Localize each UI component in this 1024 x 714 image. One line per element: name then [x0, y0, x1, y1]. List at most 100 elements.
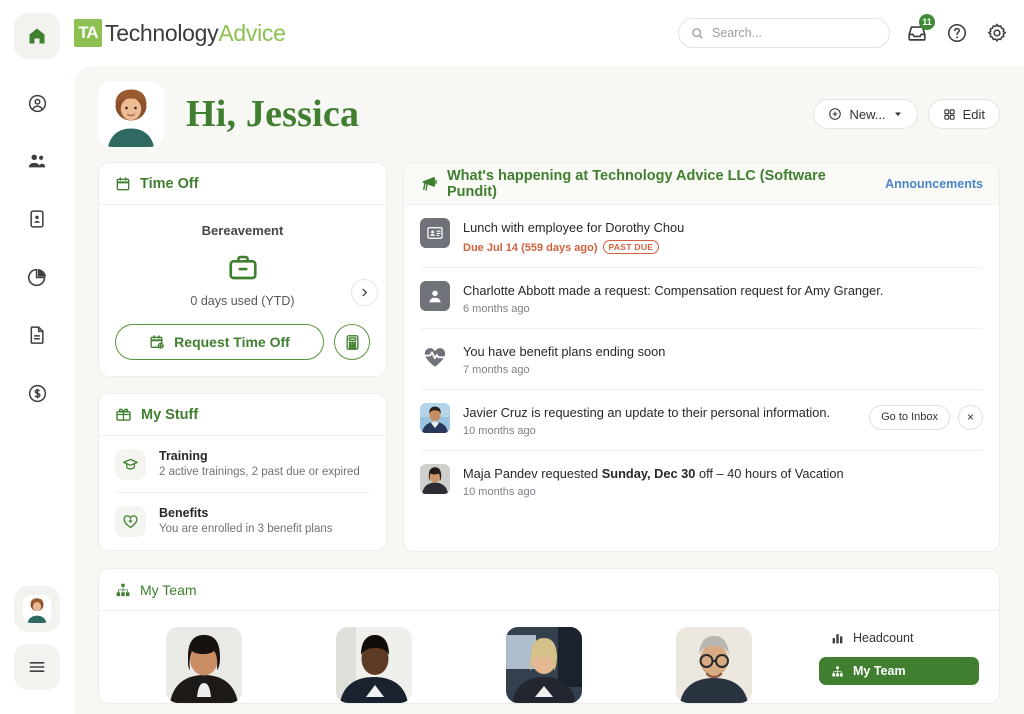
sidebar-item-reports[interactable]: [17, 257, 57, 297]
list-item-subtitle: 10 months ago: [463, 424, 536, 437]
left-column: Time Off Bereavement 0 days used (YTD) R…: [98, 162, 387, 552]
list-item-title: Charlotte Abbott made a request: Compens…: [463, 282, 884, 298]
greeting-actions: New... Edit: [813, 99, 1000, 129]
megaphone-icon: [420, 175, 438, 193]
list-item[interactable]: Charlotte Abbott made a request: Compens…: [420, 266, 983, 328]
list-item[interactable]: Lunch with employee for Dorothy Chou Due…: [420, 205, 983, 267]
heart-plus-icon: [115, 506, 146, 538]
inbox-button[interactable]: 11: [904, 14, 935, 46]
document-icon: [27, 325, 47, 345]
search-input[interactable]: [712, 26, 877, 40]
people-icon: [26, 150, 48, 172]
avatar[interactable]: [166, 627, 242, 703]
list-item[interactable]: You have benefit plans ending soon 7 mon…: [420, 327, 983, 389]
avatar: [420, 402, 450, 433]
sidebar-item-my-info[interactable]: [17, 83, 57, 123]
announcements-card: What's happening at Technology Advice LL…: [403, 162, 1000, 552]
brand-name-part1: Technology: [105, 19, 219, 46]
box-icon: [115, 406, 132, 423]
tab-my-team-label: My Team: [853, 664, 906, 678]
search-box[interactable]: [678, 18, 890, 48]
my-stuff-list: Training 2 active trainings, 2 past due …: [99, 436, 386, 550]
org-chart-icon: [115, 582, 131, 598]
list-item-text: You have benefit plans ending soon 7 mon…: [463, 342, 983, 376]
pie-chart-icon: [27, 267, 48, 288]
avatar[interactable]: [506, 627, 582, 703]
sidebar-item-files[interactable]: [17, 315, 57, 355]
time-off-next-button[interactable]: [351, 279, 378, 306]
edit-button[interactable]: Edit: [927, 99, 1000, 129]
time-off-policy: Bereavement: [201, 223, 284, 238]
briefcase-icon: [115, 252, 370, 284]
list-item-actions: Go to Inbox ×: [869, 403, 983, 430]
list-item[interactable]: Maja Pandev requested Sunday, Dec 30 off…: [420, 449, 983, 511]
go-to-inbox-button[interactable]: Go to Inbox: [869, 404, 950, 430]
avatar[interactable]: [676, 627, 752, 703]
list-item-subtitle: You are enrolled in 3 benefit plans: [159, 523, 333, 536]
right-column: What's happening at Technology Advice LL…: [403, 162, 1000, 552]
tab-headcount-label: Headcount: [853, 631, 914, 645]
close-icon[interactable]: ×: [958, 404, 983, 430]
avatar: [23, 595, 51, 623]
list-item-title: Javier Cruz is requesting an update to t…: [463, 404, 831, 420]
help-button[interactable]: [944, 20, 970, 46]
list-item-subtitle: 2 active trainings, 2 past due or expire…: [159, 465, 360, 478]
my-stuff-header: My Stuff: [99, 394, 386, 436]
rail-nav: [17, 83, 57, 413]
dollar-circle-icon: [27, 383, 48, 404]
time-off-used: 0 days used (YTD): [190, 294, 295, 308]
org-chart-icon: [831, 665, 844, 678]
time-off-calculator-button[interactable]: [334, 324, 370, 360]
list-item-title: Benefits: [159, 506, 209, 521]
left-rail: [0, 0, 74, 714]
list-item-text: Training 2 active trainings, 2 past due …: [159, 448, 360, 480]
rail-menu-button[interactable]: [14, 644, 60, 690]
request-time-off-button[interactable]: Request Time Off: [115, 324, 324, 360]
hamburger-icon: [27, 657, 47, 677]
home-icon: [27, 26, 47, 46]
avatar[interactable]: [336, 627, 412, 703]
list-item[interactable]: Benefits You are enrolled in 3 benefit p…: [115, 492, 370, 549]
sidebar-item-people[interactable]: [17, 141, 57, 181]
settings-button[interactable]: [984, 20, 1010, 46]
list-item-text: Benefits You are enrolled in 3 benefit p…: [159, 505, 332, 537]
brand-logo[interactable]: TA TechnologyAdvice: [74, 19, 286, 47]
top-bar: TA TechnologyAdvice 11: [74, 0, 1024, 66]
sidebar-item-hiring[interactable]: [17, 199, 57, 239]
my-team-body: Headcount My Team: [99, 611, 999, 703]
chevron-right-icon: [359, 287, 370, 298]
announcements-header: What's happening at Technology Advice LL…: [404, 163, 999, 205]
time-off-title: Time Off: [140, 175, 199, 192]
tab-my-team[interactable]: My Team: [819, 657, 979, 685]
page-title: Hi, Jessica: [186, 93, 360, 135]
announcements-title: What's happening at Technology Advice LL…: [447, 167, 826, 200]
list-item-text: Charlotte Abbott made a request: Compens…: [463, 281, 983, 315]
list-item[interactable]: Training 2 active trainings, 2 past due …: [99, 436, 386, 492]
my-team-header: My Team: [99, 569, 999, 611]
announcements-link[interactable]: Announcements: [885, 177, 983, 191]
list-item-subtitle: Due Jul 14 (559 days ago) PAST DUE: [463, 239, 983, 254]
my-team-card: My Team Headcount My Team: [98, 568, 1000, 704]
rail-top: [14, 13, 60, 65]
sidebar-item-home[interactable]: [14, 13, 60, 59]
grid-icon: [943, 108, 956, 121]
heart-pulse-icon: [420, 342, 450, 372]
time-off-card: Time Off Bereavement 0 days used (YTD) R…: [98, 162, 387, 377]
my-team-title: My Team: [140, 581, 197, 598]
greeting-header: Hi, Jessica New... Edit: [88, 66, 1010, 162]
search-icon: [691, 27, 704, 40]
sidebar-item-payroll[interactable]: [17, 373, 57, 413]
list-item[interactable]: Javier Cruz is requesting an update to t…: [420, 388, 983, 450]
list-item-title: You have benefit plans ending soon: [463, 343, 666, 359]
edit-button-label: Edit: [962, 106, 985, 122]
list-item-text: Lunch with employee for Dorothy Chou Due…: [463, 218, 983, 254]
list-item-subtitle: 10 months ago: [463, 485, 536, 498]
new-button-label: New...: [849, 106, 886, 122]
tab-headcount[interactable]: Headcount: [819, 627, 979, 649]
rail-user-avatar[interactable]: [14, 586, 60, 632]
help-circle-icon: [946, 22, 968, 44]
brand-mark-icon: TA: [74, 19, 102, 47]
list-item-subtitle: 7 months ago: [463, 363, 530, 376]
brand-name: TechnologyAdvice: [105, 20, 286, 47]
new-button[interactable]: New...: [813, 99, 918, 129]
